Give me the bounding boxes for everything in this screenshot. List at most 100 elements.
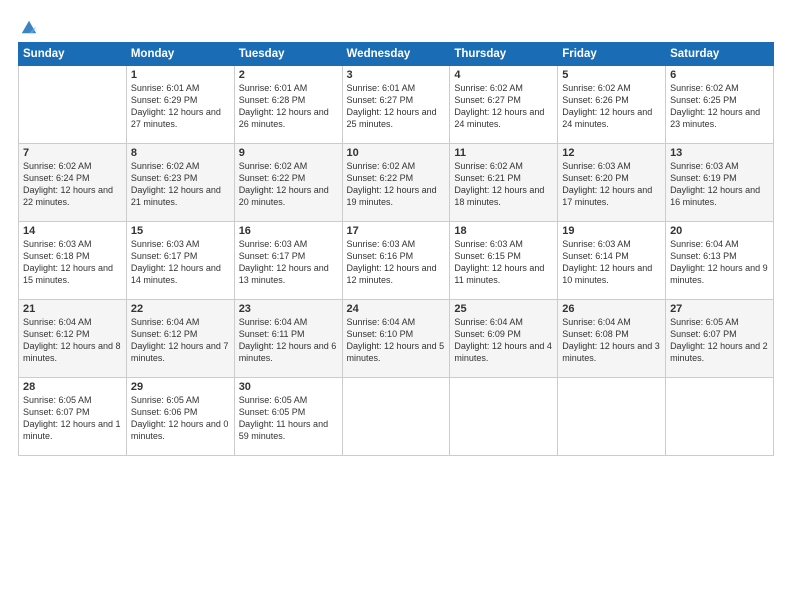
day-number: 24 — [347, 303, 446, 315]
calendar-cell: 16 Sunrise: 6:03 AMSunset: 6:17 PMDaylig… — [234, 222, 342, 300]
day-info: Sunrise: 6:02 AMSunset: 6:21 PMDaylight:… — [454, 160, 553, 209]
day-info: Sunrise: 6:02 AMSunset: 6:27 PMDaylight:… — [454, 82, 553, 131]
day-number: 17 — [347, 225, 446, 237]
calendar-cell — [19, 66, 127, 144]
calendar-week-row: 28 Sunrise: 6:05 AMSunset: 6:07 PMDaylig… — [19, 378, 774, 456]
calendar-week-row: 7 Sunrise: 6:02 AMSunset: 6:24 PMDayligh… — [19, 144, 774, 222]
day-number: 12 — [562, 147, 661, 159]
calendar-cell: 27 Sunrise: 6:05 AMSunset: 6:07 PMDaylig… — [666, 300, 774, 378]
calendar-cell — [342, 378, 450, 456]
calendar-page: SundayMondayTuesdayWednesdayThursdayFrid… — [0, 0, 792, 612]
day-number: 22 — [131, 303, 230, 315]
day-number: 20 — [670, 225, 769, 237]
calendar-cell: 25 Sunrise: 6:04 AMSunset: 6:09 PMDaylig… — [450, 300, 558, 378]
calendar-cell: 5 Sunrise: 6:02 AMSunset: 6:26 PMDayligh… — [558, 66, 666, 144]
day-info: Sunrise: 6:02 AMSunset: 6:24 PMDaylight:… — [23, 160, 122, 209]
calendar-cell: 21 Sunrise: 6:04 AMSunset: 6:12 PMDaylig… — [19, 300, 127, 378]
day-info: Sunrise: 6:05 AMSunset: 6:07 PMDaylight:… — [23, 394, 122, 443]
day-info: Sunrise: 6:04 AMSunset: 6:08 PMDaylight:… — [562, 316, 661, 365]
day-info: Sunrise: 6:03 AMSunset: 6:20 PMDaylight:… — [562, 160, 661, 209]
day-info: Sunrise: 6:04 AMSunset: 6:12 PMDaylight:… — [131, 316, 230, 365]
day-number: 29 — [131, 381, 230, 393]
calendar-cell: 23 Sunrise: 6:04 AMSunset: 6:11 PMDaylig… — [234, 300, 342, 378]
calendar-cell: 13 Sunrise: 6:03 AMSunset: 6:19 PMDaylig… — [666, 144, 774, 222]
day-number: 28 — [23, 381, 122, 393]
day-number: 30 — [239, 381, 338, 393]
day-info: Sunrise: 6:03 AMSunset: 6:16 PMDaylight:… — [347, 238, 446, 287]
day-info: Sunrise: 6:03 AMSunset: 6:18 PMDaylight:… — [23, 238, 122, 287]
calendar-cell: 10 Sunrise: 6:02 AMSunset: 6:22 PMDaylig… — [342, 144, 450, 222]
weekday-header-sunday: Sunday — [19, 43, 127, 66]
calendar-cell: 8 Sunrise: 6:02 AMSunset: 6:23 PMDayligh… — [126, 144, 234, 222]
day-info: Sunrise: 6:04 AMSunset: 6:13 PMDaylight:… — [670, 238, 769, 287]
calendar-cell: 19 Sunrise: 6:03 AMSunset: 6:14 PMDaylig… — [558, 222, 666, 300]
weekday-header-monday: Monday — [126, 43, 234, 66]
day-number: 5 — [562, 69, 661, 81]
weekday-header-saturday: Saturday — [666, 43, 774, 66]
day-info: Sunrise: 6:02 AMSunset: 6:22 PMDaylight:… — [239, 160, 338, 209]
calendar-cell: 18 Sunrise: 6:03 AMSunset: 6:15 PMDaylig… — [450, 222, 558, 300]
day-number: 8 — [131, 147, 230, 159]
calendar-cell: 2 Sunrise: 6:01 AMSunset: 6:28 PMDayligh… — [234, 66, 342, 144]
day-info: Sunrise: 6:04 AMSunset: 6:10 PMDaylight:… — [347, 316, 446, 365]
day-info: Sunrise: 6:03 AMSunset: 6:19 PMDaylight:… — [670, 160, 769, 209]
day-info: Sunrise: 6:01 AMSunset: 6:29 PMDaylight:… — [131, 82, 230, 131]
day-number: 6 — [670, 69, 769, 81]
day-number: 7 — [23, 147, 122, 159]
calendar-cell: 26 Sunrise: 6:04 AMSunset: 6:08 PMDaylig… — [558, 300, 666, 378]
day-number: 18 — [454, 225, 553, 237]
day-info: Sunrise: 6:04 AMSunset: 6:09 PMDaylight:… — [454, 316, 553, 365]
calendar-week-row: 1 Sunrise: 6:01 AMSunset: 6:29 PMDayligh… — [19, 66, 774, 144]
day-number: 2 — [239, 69, 338, 81]
weekday-header-friday: Friday — [558, 43, 666, 66]
calendar-cell — [450, 378, 558, 456]
calendar-cell: 9 Sunrise: 6:02 AMSunset: 6:22 PMDayligh… — [234, 144, 342, 222]
day-info: Sunrise: 6:01 AMSunset: 6:28 PMDaylight:… — [239, 82, 338, 131]
day-info: Sunrise: 6:03 AMSunset: 6:14 PMDaylight:… — [562, 238, 661, 287]
day-number: 25 — [454, 303, 553, 315]
calendar-cell: 22 Sunrise: 6:04 AMSunset: 6:12 PMDaylig… — [126, 300, 234, 378]
calendar-cell: 3 Sunrise: 6:01 AMSunset: 6:27 PMDayligh… — [342, 66, 450, 144]
day-info: Sunrise: 6:03 AMSunset: 6:17 PMDaylight:… — [131, 238, 230, 287]
day-number: 16 — [239, 225, 338, 237]
day-info: Sunrise: 6:02 AMSunset: 6:26 PMDaylight:… — [562, 82, 661, 131]
day-info: Sunrise: 6:04 AMSunset: 6:11 PMDaylight:… — [239, 316, 338, 365]
calendar-table: SundayMondayTuesdayWednesdayThursdayFrid… — [18, 42, 774, 456]
day-number: 1 — [131, 69, 230, 81]
day-number: 15 — [131, 225, 230, 237]
day-info: Sunrise: 6:02 AMSunset: 6:25 PMDaylight:… — [670, 82, 769, 131]
day-number: 21 — [23, 303, 122, 315]
calendar-cell: 14 Sunrise: 6:03 AMSunset: 6:18 PMDaylig… — [19, 222, 127, 300]
calendar-cell: 20 Sunrise: 6:04 AMSunset: 6:13 PMDaylig… — [666, 222, 774, 300]
logo — [18, 18, 38, 34]
weekday-header-wednesday: Wednesday — [342, 43, 450, 66]
day-number: 3 — [347, 69, 446, 81]
day-number: 4 — [454, 69, 553, 81]
day-number: 9 — [239, 147, 338, 159]
calendar-cell: 6 Sunrise: 6:02 AMSunset: 6:25 PMDayligh… — [666, 66, 774, 144]
day-number: 27 — [670, 303, 769, 315]
weekday-header-row: SundayMondayTuesdayWednesdayThursdayFrid… — [19, 43, 774, 66]
day-number: 19 — [562, 225, 661, 237]
day-info: Sunrise: 6:04 AMSunset: 6:12 PMDaylight:… — [23, 316, 122, 365]
calendar-cell: 12 Sunrise: 6:03 AMSunset: 6:20 PMDaylig… — [558, 144, 666, 222]
day-number: 23 — [239, 303, 338, 315]
day-info: Sunrise: 6:03 AMSunset: 6:15 PMDaylight:… — [454, 238, 553, 287]
day-number: 13 — [670, 147, 769, 159]
calendar-cell: 30 Sunrise: 6:05 AMSunset: 6:05 PMDaylig… — [234, 378, 342, 456]
day-number: 10 — [347, 147, 446, 159]
calendar-cell: 24 Sunrise: 6:04 AMSunset: 6:10 PMDaylig… — [342, 300, 450, 378]
calendar-cell — [666, 378, 774, 456]
day-info: Sunrise: 6:05 AMSunset: 6:05 PMDaylight:… — [239, 394, 338, 443]
calendar-cell: 1 Sunrise: 6:01 AMSunset: 6:29 PMDayligh… — [126, 66, 234, 144]
logo-icon — [20, 18, 38, 36]
weekday-header-tuesday: Tuesday — [234, 43, 342, 66]
calendar-cell: 29 Sunrise: 6:05 AMSunset: 6:06 PMDaylig… — [126, 378, 234, 456]
day-info: Sunrise: 6:01 AMSunset: 6:27 PMDaylight:… — [347, 82, 446, 131]
day-number: 11 — [454, 147, 553, 159]
calendar-cell: 15 Sunrise: 6:03 AMSunset: 6:17 PMDaylig… — [126, 222, 234, 300]
calendar-cell: 7 Sunrise: 6:02 AMSunset: 6:24 PMDayligh… — [19, 144, 127, 222]
day-info: Sunrise: 6:03 AMSunset: 6:17 PMDaylight:… — [239, 238, 338, 287]
calendar-week-row: 14 Sunrise: 6:03 AMSunset: 6:18 PMDaylig… — [19, 222, 774, 300]
calendar-cell: 4 Sunrise: 6:02 AMSunset: 6:27 PMDayligh… — [450, 66, 558, 144]
